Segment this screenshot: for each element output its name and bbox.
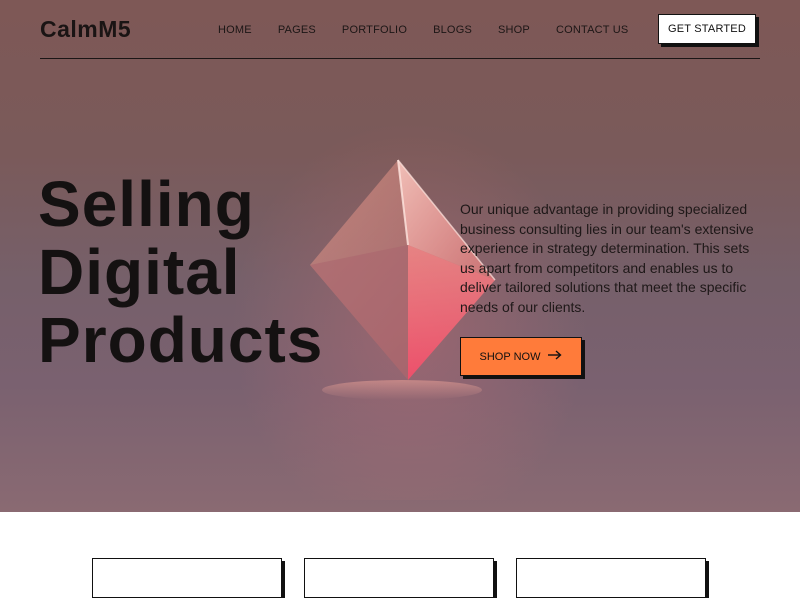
top-navbar: CalmM5 HOME PAGES PORTFOLIO BLOGS SHOP C… bbox=[40, 0, 760, 59]
feature-card-2[interactable] bbox=[304, 558, 494, 598]
main-menu: HOME PAGES PORTFOLIO BLOGS SHOP CONTACT … bbox=[218, 24, 654, 36]
feature-card-1[interactable] bbox=[92, 558, 282, 598]
nav-portfolio[interactable]: PORTFOLIO bbox=[342, 24, 407, 36]
nav-blogs[interactable]: BLOGS bbox=[433, 24, 472, 36]
hero-description: Our unique advantage in providing specia… bbox=[460, 201, 754, 315]
feature-cards-section bbox=[0, 512, 800, 598]
headline-line-3: Products bbox=[38, 304, 324, 376]
shop-now-label: SHOP NOW bbox=[479, 350, 541, 363]
nav-pages[interactable]: PAGES bbox=[278, 24, 316, 36]
feature-card-3[interactable] bbox=[516, 558, 706, 598]
get-started-button[interactable]: GET STARTED bbox=[658, 14, 756, 44]
nav-shop[interactable]: SHOP bbox=[498, 24, 530, 36]
hero-headline: Selling Digital Products bbox=[38, 170, 323, 374]
headline-line-2: Digital bbox=[38, 236, 241, 308]
hero-section: CalmM5 HOME PAGES PORTFOLIO BLOGS SHOP C… bbox=[0, 0, 800, 512]
arrow-right-icon bbox=[548, 350, 563, 363]
nav-contact-us[interactable]: CONTACT US bbox=[556, 24, 629, 36]
shop-now-button[interactable]: SHOP NOW bbox=[460, 337, 582, 376]
headline-line-1: Selling bbox=[38, 168, 255, 240]
nav-home[interactable]: HOME bbox=[218, 24, 252, 36]
logo[interactable]: CalmM5 bbox=[40, 16, 131, 43]
